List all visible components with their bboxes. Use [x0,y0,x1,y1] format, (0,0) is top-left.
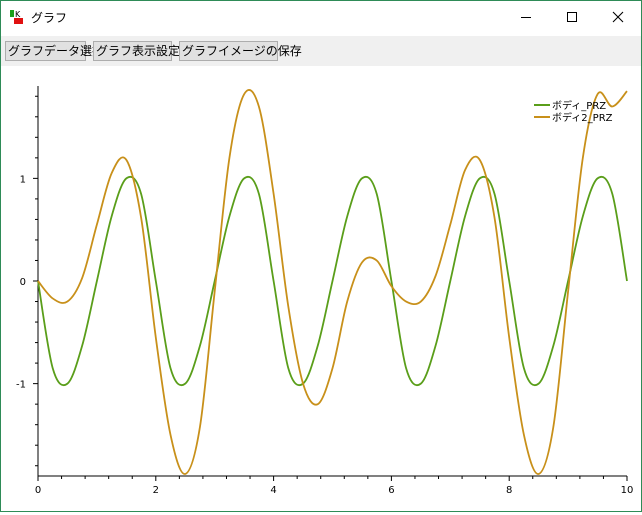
series-line-1 [37,175,628,387]
toolbar: グラフデータ選択 グラフ表示設定 グラフイメージの保存 [1,36,641,66]
svg-text:K: K [15,10,21,19]
maximize-icon [567,12,577,22]
save-graph-image-button[interactable]: グラフイメージの保存 [179,41,302,61]
close-button[interactable] [595,1,641,33]
legend-label-2: ボディ2_PRZ [552,111,613,124]
x-tick-label: 8 [506,485,512,496]
minimize-button[interactable] [503,1,549,33]
legend-label-1: ボディ_PRZ [552,99,606,112]
x-tick-label: 10 [621,485,634,496]
y-tick-label: 1 [20,174,26,185]
close-icon [612,11,624,23]
app-icon: K [10,10,23,24]
minimize-icon [521,17,531,18]
graph-display-settings-button[interactable]: グラフ表示設定 [93,41,180,61]
select-graph-data-button[interactable]: グラフデータ選択 [5,41,104,61]
y-tick-label: 0 [20,277,26,288]
y-tick-label: -1 [16,380,26,391]
x-tick-label: 4 [270,485,276,496]
x-tick-label: 0 [35,485,41,496]
line-chart: 0 2 4 6 8 1010-1ボディ_PRZボディ2_PRZ [16,86,634,496]
x-tick-label: 2 [153,485,159,496]
title-bar: K グラフ [1,1,641,33]
app-window: K グラフ グラフデータ選択 グラフ表示設定 グラフイメージの保存 0 2 4 6 8 1… [0,0,642,512]
maximize-button[interactable] [549,1,595,33]
window-title: グラフ [31,11,68,25]
chart-area: 0 2 4 6 8 10 1 0 -1 ボディ_PRZ ボディ2_PRZ [1,67,641,511]
x-tick-label: 6 [388,485,394,496]
